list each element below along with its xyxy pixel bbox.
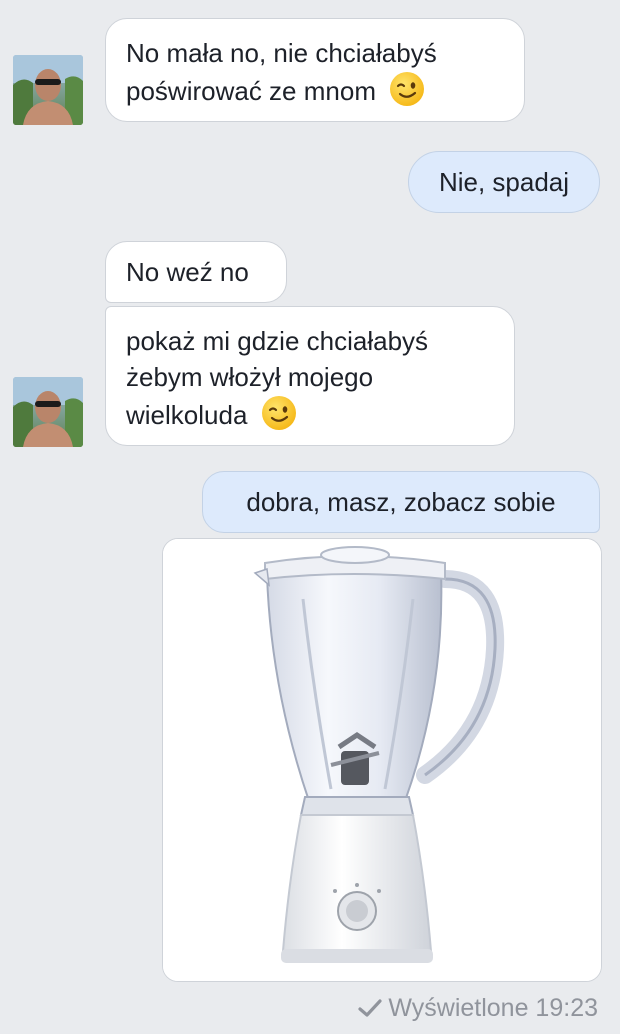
checkmark-icon <box>358 999 382 1017</box>
sender-avatar[interactable] <box>13 377 83 447</box>
message-text: Nie, spadaj <box>438 167 570 197</box>
outgoing-message[interactable]: Nie, spadaj <box>408 151 600 213</box>
seen-status: Wyświetlone 19:23 <box>358 988 598 1028</box>
chat-thread: No mała no, nie chciałabyś poświrować ze… <box>0 0 620 1034</box>
incoming-message[interactable]: No mała no, nie chciałabyś poświrować ze… <box>105 18 525 122</box>
sender-avatar[interactable] <box>13 55 83 125</box>
winking-face-icon <box>390 72 425 106</box>
blender-photo[interactable] <box>162 538 602 982</box>
message-text: No weź no <box>126 257 249 287</box>
winking-face-icon <box>261 396 296 430</box>
blender-image <box>163 539 601 981</box>
incoming-message[interactable]: No weź no <box>105 241 287 303</box>
outgoing-message[interactable]: dobra, masz, zobacz sobie <box>202 471 600 533</box>
incoming-message[interactable]: pokaż mi gdzie chciałabyś żebym włożył m… <box>105 306 515 446</box>
message-text: dobra, masz, zobacz sobie <box>246 487 556 517</box>
seen-status-text: Wyświetlone 19:23 <box>388 994 598 1022</box>
